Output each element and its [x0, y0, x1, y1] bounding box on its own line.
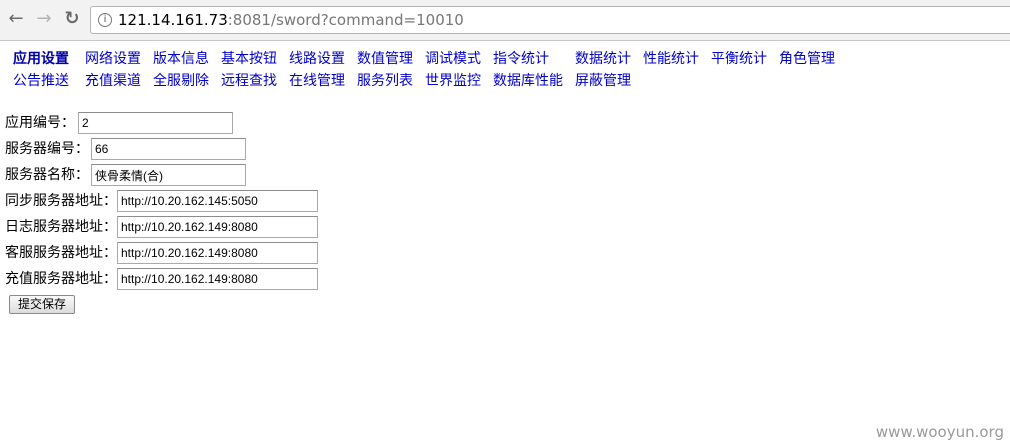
forward-icon[interactable]: → — [33, 8, 55, 30]
url-text[interactable]: 121.14.161.73:8081/sword?command=10010 — [118, 11, 464, 29]
menu-link-line-settings[interactable]: 线路设置 — [289, 51, 345, 67]
sync-server-address-input[interactable] — [117, 190, 318, 212]
server-name-label: 服务器名称： — [5, 167, 89, 183]
recharge-server-address-label: 充值服务器地址： — [5, 271, 117, 287]
server-id-input[interactable] — [91, 138, 246, 160]
back-icon[interactable]: ← — [5, 8, 27, 30]
log-server-address-input[interactable] — [117, 216, 318, 238]
menu-link-app-settings[interactable]: 应用设置 — [13, 51, 69, 67]
menu-link-basic-buttons[interactable]: 基本按钮 — [221, 51, 277, 67]
customer-service-server-address-input[interactable] — [117, 242, 318, 264]
menu-link-debug-mode[interactable]: 调试模式 — [425, 51, 481, 67]
menu-link-performance-stats[interactable]: 性能统计 — [643, 51, 699, 67]
url-host: 121.14.161.73 — [118, 11, 228, 29]
menu-link-kick-all[interactable]: 全服剔除 — [153, 73, 209, 89]
log-server-address-label: 日志服务器地址： — [5, 219, 117, 235]
address-bar[interactable]: i 121.14.161.73:8081/sword?command=10010 — [90, 6, 1010, 34]
menu-link-block-management[interactable]: 屏蔽管理 — [575, 73, 631, 89]
page-info-icon[interactable]: i — [98, 13, 112, 27]
recharge-server-address-input[interactable] — [117, 268, 318, 290]
app-id-input[interactable] — [78, 112, 233, 134]
server-id-label: 服务器编号： — [5, 141, 89, 157]
url-path: :8081/sword?command=10010 — [227, 11, 464, 29]
reload-icon[interactable]: ↻ — [61, 8, 83, 30]
watermark: www.wooyun.org — [875, 423, 1004, 441]
menu-link-balance-stats[interactable]: 平衡统计 — [711, 51, 767, 67]
menu-link-version-info[interactable]: 版本信息 — [153, 51, 209, 67]
menu-link-world-monitor[interactable]: 世界监控 — [425, 73, 481, 89]
browser-toolbar: ← → ↻ i 121.14.161.73:8081/sword?command… — [0, 0, 1010, 41]
menu-link-database-performance[interactable]: 数据库性能 — [493, 73, 563, 89]
customer-service-server-address-label: 客服服务器地址： — [5, 245, 117, 261]
menu-link-online-management[interactable]: 在线管理 — [289, 73, 345, 89]
menu-link-service-list[interactable]: 服务列表 — [357, 73, 413, 89]
menu-link-value-management[interactable]: 数值管理 — [357, 51, 413, 67]
menu-link-announcement-push[interactable]: 公告推送 — [13, 73, 69, 89]
menu-link-remote-search[interactable]: 远程查找 — [221, 73, 277, 89]
menu-link-command-stats[interactable]: 指令统计 — [493, 51, 549, 67]
menu-link-network-settings[interactable]: 网络设置 — [85, 51, 141, 67]
sync-server-address-label: 同步服务器地址： — [5, 193, 117, 209]
menu-link-data-stats[interactable]: 数据统计 — [575, 51, 631, 67]
server-name-input[interactable] — [91, 164, 246, 186]
app-id-label: 应用编号： — [5, 115, 75, 131]
submit-save-button[interactable]: 提交保存 — [9, 295, 75, 314]
menu-link-recharge-channel[interactable]: 充值渠道 — [85, 73, 141, 89]
menu-link-role-management[interactable]: 角色管理 — [779, 51, 835, 67]
